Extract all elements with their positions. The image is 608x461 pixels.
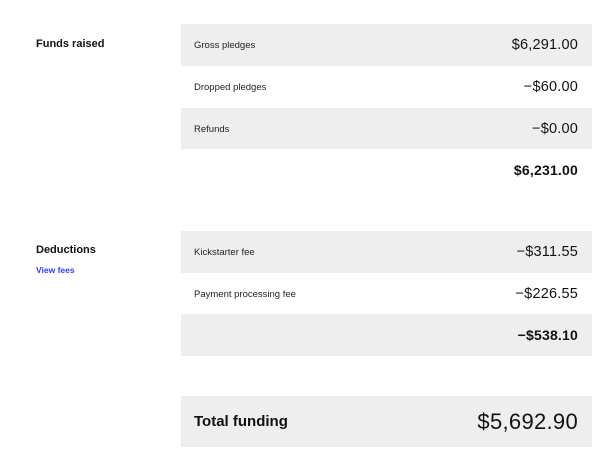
kickstarter-fee-row: Kickstarter fee −$311.55: [181, 231, 592, 273]
refunds-amount: −$0.00: [532, 121, 578, 137]
view-fees-link[interactable]: View fees: [36, 265, 75, 275]
gross-pledges-label: Gross pledges: [194, 39, 256, 51]
dropped-pledges-amount: −$60.00: [523, 79, 578, 95]
gross-pledges-row: Gross pledges $6,291.00: [181, 24, 592, 66]
total-funding-label: Total funding: [194, 413, 288, 430]
payment-processing-fee-label: Payment processing fee: [194, 288, 296, 300]
gross-pledges-amount: $6,291.00: [511, 37, 578, 53]
dropped-pledges-label: Dropped pledges: [194, 81, 267, 93]
funds-raised-subtotal-row: $6,231.00: [181, 149, 592, 191]
refunds-row: Refunds −$0.00: [181, 108, 592, 150]
payment-processing-fee-amount: −$226.55: [515, 286, 578, 302]
deductions-heading: Deductions: [36, 244, 96, 256]
deductions-subtotal-row: −$538.10: [181, 314, 592, 356]
kickstarter-fee-label: Kickstarter fee: [194, 246, 255, 258]
deductions-subtotal: −$538.10: [517, 327, 578, 343]
funds-raised-heading: Funds raised: [36, 38, 105, 50]
kickstarter-fee-amount: −$311.55: [516, 244, 578, 260]
total-funding-amount: $5,692.90: [477, 408, 578, 434]
refunds-label: Refunds: [194, 123, 230, 135]
total-funding-row: Total funding $5,692.90: [181, 396, 592, 447]
dropped-pledges-row: Dropped pledges −$60.00: [181, 66, 592, 108]
payment-processing-fee-row: Payment processing fee −$226.55: [181, 273, 592, 315]
funds-raised-subtotal: $6,231.00: [513, 162, 578, 178]
